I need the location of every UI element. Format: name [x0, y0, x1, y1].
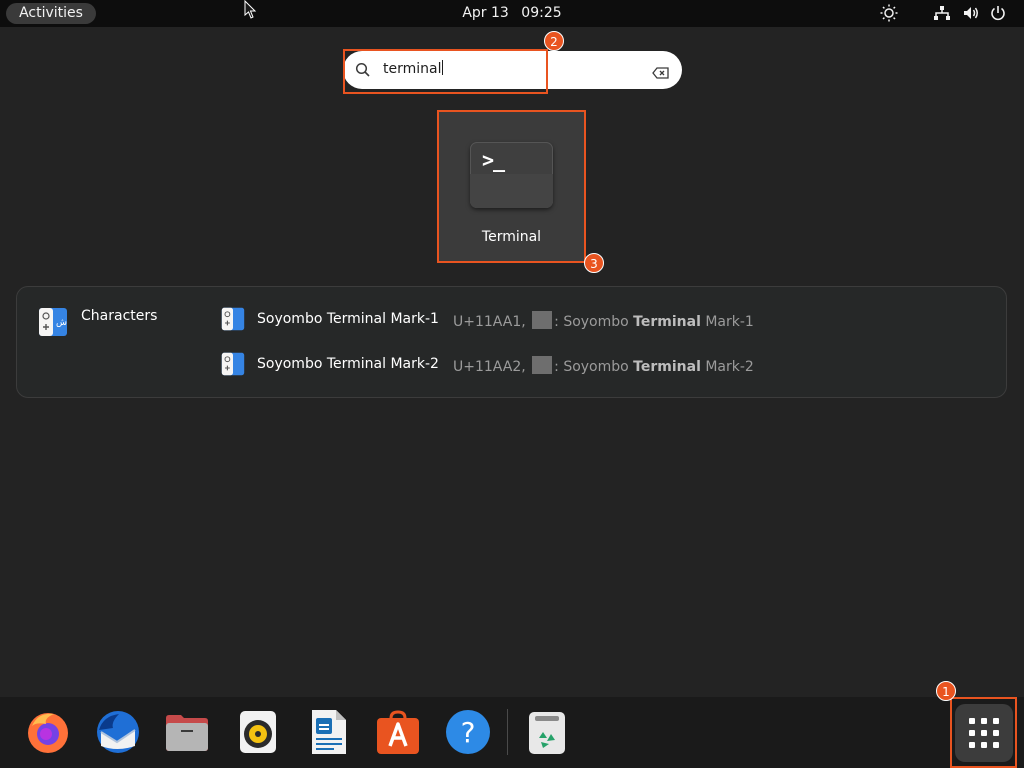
character-result-title: Soyombo Terminal Mark-1: [257, 311, 439, 327]
character-result-description: U+11AA1, : Soyombo Terminal Mark-1: [453, 311, 754, 330]
highlight-box-show-apps: [950, 697, 1017, 768]
trash-icon[interactable]: [523, 708, 571, 756]
character-result-description: U+11AA2, : Soyombo Terminal Mark-2: [453, 356, 754, 375]
step-badge-2: 2: [544, 31, 564, 51]
brightness-icon[interactable]: [880, 4, 898, 23]
libreoffice-writer-icon[interactable]: [304, 708, 352, 756]
firefox-icon[interactable]: [24, 708, 72, 756]
characters-app-icon: [221, 307, 245, 335]
app-center-icon[interactable]: [374, 708, 422, 756]
svg-text:?: ?: [461, 716, 476, 749]
dock: ?: [0, 697, 1024, 768]
thunderbird-icon[interactable]: [93, 708, 141, 756]
step-badge-3: 3: [584, 253, 604, 273]
characters-app-icon[interactable]: ش: [38, 307, 68, 341]
characters-provider-label: Characters: [81, 308, 158, 324]
highlight-box-search: [343, 49, 548, 94]
dock-separator: [507, 709, 508, 755]
top-bar: Activities Apr 13 09:25: [0, 0, 1024, 27]
clock-time: 09:25: [521, 5, 562, 21]
rhythmbox-icon[interactable]: [234, 708, 282, 756]
glyph-preview: [532, 311, 553, 329]
mouse-pointer-icon: [244, 0, 258, 24]
step-badge-1: 1: [936, 681, 956, 701]
character-result-title: Soyombo Terminal Mark-2: [257, 356, 439, 372]
help-icon[interactable]: ?: [444, 708, 492, 756]
character-result-row[interactable]: Soyombo Terminal Mark-1 U+11AA1, : Soyom…: [221, 307, 981, 333]
clock-date: Apr 13: [462, 5, 509, 21]
character-result-row[interactable]: Soyombo Terminal Mark-2 U+11AA2, : Soyom…: [221, 352, 981, 378]
highlight-box-terminal: [437, 110, 586, 263]
network-icon[interactable]: [933, 4, 951, 23]
characters-results-panel: ش Characters Soyombo Terminal Mark-1 U+1…: [16, 286, 1007, 398]
characters-app-icon: [221, 352, 245, 380]
clock[interactable]: Apr 13 09:25: [0, 0, 1024, 27]
volume-icon[interactable]: [962, 4, 980, 23]
clear-search-icon[interactable]: [652, 64, 669, 83]
glyph-preview: [532, 356, 553, 374]
svg-text:ش: ش: [56, 318, 67, 328]
files-icon[interactable]: [163, 708, 211, 756]
power-icon[interactable]: [989, 4, 1007, 23]
